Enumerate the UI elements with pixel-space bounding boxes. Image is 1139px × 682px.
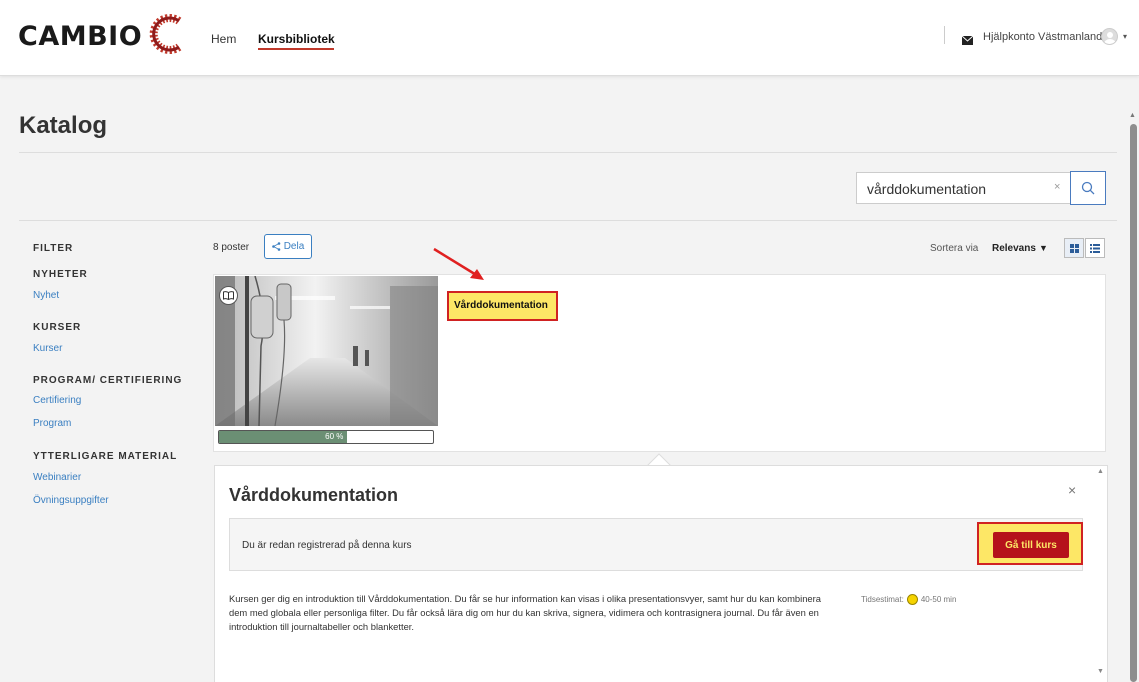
grid-view-button[interactable] [1064, 238, 1084, 258]
course-card-title[interactable]: Vårddokumentation [454, 300, 548, 311]
cambio-logo[interactable]: CAMBIO [18, 12, 190, 61]
sort-label: Sortera via [930, 243, 979, 254]
account-name[interactable]: Hjälpkonto Västmanland [983, 31, 1102, 43]
filter-title: FILTER [33, 243, 74, 254]
registration-text: Du är redan registrerad på denna kurs [242, 540, 412, 551]
cambio-logo-mark-icon [146, 12, 190, 61]
filter-group-heading: KURSER [33, 322, 82, 333]
filter-link-kurser[interactable]: Kurser [33, 343, 62, 354]
avatar-icon[interactable] [1101, 28, 1118, 45]
clock-icon [906, 594, 918, 605]
search-button[interactable] [1070, 171, 1106, 205]
nav-divider [944, 26, 945, 44]
goto-button-highlight: Gå till kurs [977, 522, 1083, 565]
mail-icon[interactable] [961, 32, 974, 50]
search-box: × [856, 172, 1070, 204]
sort-dropdown[interactable]: Relevans [992, 243, 1036, 254]
list-view-icon [1090, 243, 1100, 253]
card-title-highlight: Vårddokumentation [447, 291, 558, 321]
sort-caret-icon[interactable]: ▼ [1039, 243, 1048, 253]
search-icon [1081, 181, 1095, 195]
course-detail-panel: Vårddokumentation × Du är redan registre… [214, 465, 1108, 682]
nav-course-library[interactable]: Kursbibliotek [258, 32, 335, 46]
result-count: 8 poster [213, 242, 250, 253]
nav-home[interactable]: Hem [211, 32, 236, 46]
registration-notice: Du är redan registrerad på denna kurs [229, 518, 1083, 571]
panel-scroll-up[interactable]: ▲ [1097, 468, 1104, 475]
course-card[interactable]: 60 % Vårddokumentation [213, 274, 1106, 452]
close-icon[interactable]: × [1068, 482, 1076, 498]
share-label: Dela [283, 241, 305, 252]
page-scrollbar-thumb[interactable] [1130, 124, 1137, 682]
filter-link-program[interactable]: Program [33, 418, 71, 429]
page-title: Katalog [19, 112, 108, 139]
filter-link-certifiering[interactable]: Certifiering [33, 395, 81, 406]
detail-title: Vårddokumentation [229, 485, 399, 505]
filter-link-webinarier[interactable]: Webinarier [33, 472, 81, 483]
grid-view-icon [1069, 243, 1079, 253]
share-icon [271, 242, 281, 251]
progress-label: 60 % [325, 432, 344, 441]
course-description: Kursen ger dig en introduktion till Vård… [229, 593, 821, 632]
list-view-button[interactable] [1085, 238, 1105, 258]
filter-link-nyhet[interactable]: Nyhet [33, 290, 59, 301]
share-button[interactable]: Dela [264, 234, 312, 259]
filter-link-ovningsuppgifter[interactable]: Övningsuppgifter [33, 495, 109, 506]
annotation-arrow [433, 247, 484, 280]
divider [19, 152, 1117, 153]
filter-group-heading: NYHETER [33, 269, 88, 280]
book-icon [219, 286, 238, 305]
search-clear-icon[interactable]: × [1054, 181, 1060, 193]
time-estimate: Tidsestimat: 40-50 min [861, 594, 956, 605]
page-scroll-up[interactable]: ▲ [1129, 112, 1136, 119]
logo-text: CAMBIO [18, 21, 143, 52]
filter-group-heading: YTTERLIGARE MATERIAL [33, 451, 178, 462]
estimate-value: 40-50 min [920, 595, 957, 604]
goto-course-button[interactable]: Gå till kurs [993, 532, 1069, 558]
active-nav-indicator [258, 48, 334, 50]
course-progress-bar: 60 % [218, 430, 434, 444]
course-thumbnail[interactable] [215, 276, 438, 426]
divider [19, 220, 1117, 221]
filter-group-heading: PROGRAM/ CERTIFIERING [33, 375, 183, 386]
account-menu-caret[interactable]: ▾ [1123, 32, 1127, 41]
search-input[interactable] [867, 179, 1042, 199]
top-navbar: CAMBIO Hem Kursbibliotek Hjälpkonto Väst… [0, 0, 1139, 76]
estimate-label: Tidsestimat: [861, 595, 904, 604]
panel-scroll-down[interactable]: ▼ [1097, 668, 1104, 675]
